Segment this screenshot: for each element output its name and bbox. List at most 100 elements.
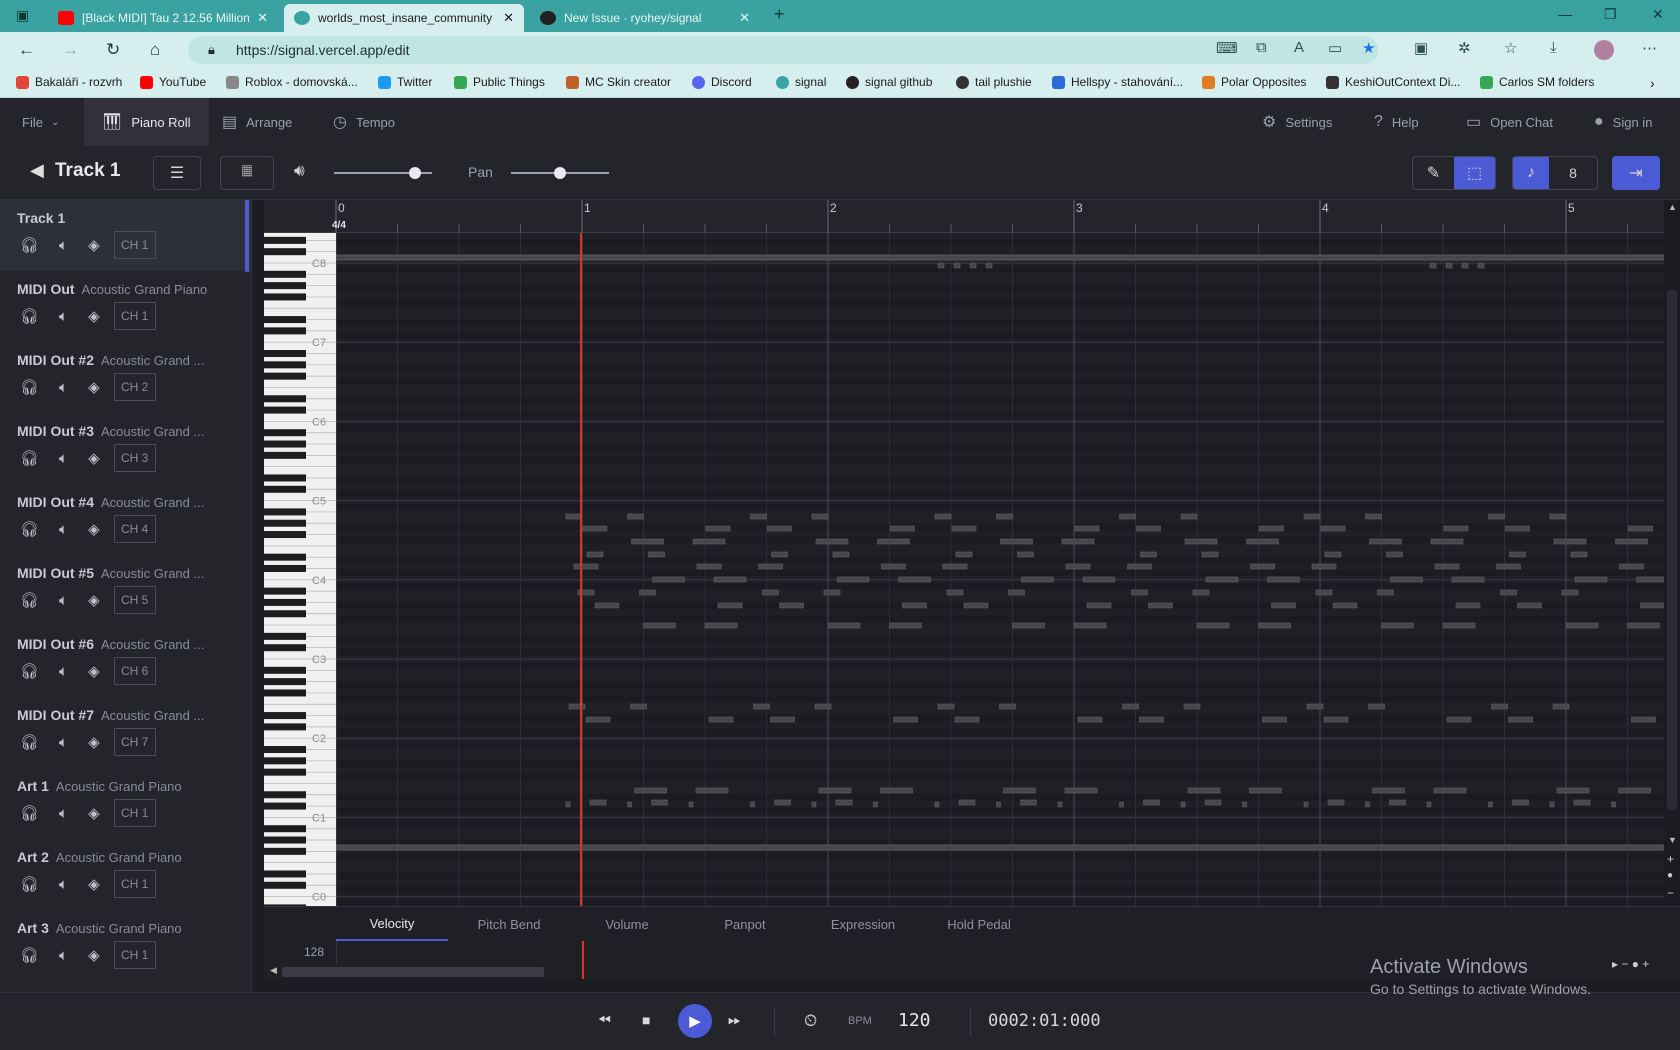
track-item[interactable]: Art 2 Acoustic Grand Piano 🎧︎ 🔈︎ ◈ CH 1: [0, 839, 251, 910]
selection-tool[interactable]: ⬚: [1454, 157, 1495, 189]
tab-expression[interactable]: Expression: [808, 907, 918, 941]
play-button[interactable]: ▶: [678, 1004, 712, 1038]
favorite-star-icon[interactable]: ★: [1362, 39, 1375, 57]
scroll-left-icon[interactable]: ◀: [270, 965, 277, 976]
back-arrow-icon[interactable]: ◀: [30, 160, 44, 181]
new-tab-icon[interactable]: +: [774, 4, 785, 25]
headphones-icon[interactable]: 🎧︎: [20, 946, 39, 964]
layers-icon[interactable]: ◈: [88, 662, 100, 680]
h-zoom-controls[interactable]: ▸ − ● +: [1612, 957, 1649, 971]
open-app-icon[interactable]: ⧉: [1256, 39, 1267, 56]
tab-arrange[interactable]: ▤ Arrange: [222, 98, 292, 146]
headphones-icon[interactable]: 🎧︎: [20, 662, 39, 680]
layers-icon[interactable]: ◈: [88, 591, 100, 609]
headphones-icon[interactable]: 🎧︎: [20, 378, 39, 396]
track-item[interactable]: MIDI Out #2 Acoustic Grand ... 🎧︎ 🔈︎ ◈ CH 2: [0, 342, 251, 413]
h-scroll-thumb[interactable]: [282, 967, 544, 977]
channel-box[interactable]: CH 7: [113, 728, 156, 756]
track-item[interactable]: MIDI Out #5 Acoustic Grand ... 🎧︎ 🔈︎ ◈ CH 5: [0, 555, 251, 626]
forward-icon[interactable]: →: [62, 40, 79, 60]
zoom-in-icon[interactable]: +: [1667, 852, 1674, 866]
reload-icon[interactable]: ↻: [106, 40, 120, 60]
speaker-icon[interactable]: 🔈︎: [59, 308, 68, 325]
headphones-icon[interactable]: 🎧︎: [20, 236, 39, 254]
tab-actions-icon[interactable]: ▣: [16, 7, 29, 24]
track-item[interactable]: Art 3 Acoustic Grand Piano 🎧︎ 🔈︎ ◈ CH 1: [0, 910, 251, 981]
track-item[interactable]: MIDI Out #3 Acoustic Grand ... 🎧︎ 🔈︎ ◈ CH 3: [0, 413, 251, 484]
file-menu[interactable]: File ⌄: [22, 98, 59, 146]
split-screen-icon[interactable]: ▣: [1414, 39, 1428, 57]
layers-icon[interactable]: ◈: [88, 733, 100, 751]
bookmark-discord[interactable]: Discord: [692, 75, 752, 89]
bookmark-roblox[interactable]: Roblox - domovská...: [226, 75, 358, 89]
track-item[interactable]: MIDI Out #7 Acoustic Grand ... 🎧︎ 🔈︎ ◈ CH 7: [0, 697, 251, 768]
bookmark-keshi[interactable]: KeshiOutContext Di...: [1326, 75, 1460, 89]
bookmark-mc-skin[interactable]: MC Skin creator: [566, 75, 671, 89]
piano-keyboard[interactable]: C8 C7 C6 C5 C4 C3 C2 C1 C0: [264, 202, 336, 906]
headphones-icon[interactable]: 🎧︎: [20, 449, 39, 467]
speaker-icon[interactable]: 🔈︎: [59, 947, 68, 964]
headphones-icon[interactable]: 🎧︎: [20, 804, 39, 822]
headphones-icon[interactable]: 🎧︎: [20, 591, 39, 609]
scroll-thumb[interactable]: [1667, 290, 1677, 810]
bookmark-hellspy[interactable]: Hellspy - stahování...: [1052, 75, 1183, 89]
track-list-button[interactable]: ☰: [153, 156, 201, 190]
channel-box[interactable]: CH 6: [113, 657, 156, 685]
zoom-out-icon[interactable]: −: [1667, 886, 1674, 900]
bookmark-polar-opposites[interactable]: Polar Opposites: [1202, 75, 1306, 89]
channel-box[interactable]: CH 5: [113, 586, 156, 614]
tab-pitch-bend[interactable]: Pitch Bend: [454, 907, 564, 941]
channel-box[interactable]: CH 1: [113, 231, 156, 259]
rewind-icon[interactable]: ⏪︎: [598, 1012, 611, 1030]
note-grid[interactable]: [335, 233, 1669, 906]
timeline-ruler[interactable]: 0 1 2 3 4 5 4/4: [264, 200, 1680, 233]
channel-box[interactable]: CH 1: [113, 941, 156, 969]
headphones-icon[interactable]: 🎧︎: [20, 733, 39, 751]
channel-box[interactable]: CH 1: [113, 870, 156, 898]
pan-knob[interactable]: [554, 167, 566, 179]
speaker-icon[interactable]: 🔈︎: [59, 379, 68, 396]
layers-icon[interactable]: ◈: [88, 449, 100, 467]
speaker-icon[interactable]: 🔈︎: [59, 805, 68, 822]
track-item[interactable]: MIDI Out #4 Acoustic Grand ... 🎧︎ 🔈︎ ◈ CH 4: [0, 484, 251, 555]
quantize-selector[interactable]: ♪ 8: [1512, 156, 1598, 190]
horizontal-scrollbar[interactable]: ◀: [264, 965, 554, 979]
speaker-icon[interactable]: 🔈︎: [59, 734, 68, 751]
help-button[interactable]: ? Help: [1374, 98, 1419, 146]
channel-box[interactable]: CH 2: [113, 373, 156, 401]
tab-hold-pedal[interactable]: Hold Pedal: [924, 907, 1034, 941]
favorites-icon[interactable]: ☆: [1504, 39, 1517, 57]
fast-forward-icon[interactable]: ⏩︎: [728, 1012, 741, 1030]
close-icon[interactable]: ✕: [739, 10, 750, 26]
zoom-reset-icon[interactable]: ●: [1667, 870, 1673, 881]
home-icon[interactable]: ⌂: [150, 40, 160, 60]
vertical-scrollbar[interactable]: ▲ ▼ + ● −: [1664, 200, 1680, 906]
layers-icon[interactable]: ◈: [88, 307, 100, 325]
more-menu-icon[interactable]: ⋯: [1642, 39, 1657, 57]
browser-tab-1[interactable]: [Black MIDI] Tau 2 12.56 Million ✕: [48, 4, 278, 32]
pan-slider[interactable]: [511, 167, 609, 179]
browser-tab-3[interactable]: New Issue · ryohey/signal ✕: [530, 4, 760, 32]
bpm-value[interactable]: 120: [898, 1010, 931, 1031]
channel-box[interactable]: CH 4: [113, 515, 156, 543]
speaker-icon[interactable]: 🔈︎: [59, 663, 68, 680]
layers-icon[interactable]: ◈: [88, 946, 100, 964]
tab-piano-roll[interactable]: 🎹︎ Piano Roll: [84, 98, 209, 146]
speaker-icon[interactable]: 🔈︎: [59, 876, 68, 893]
sign-in-button[interactable]: ● Sign in: [1594, 98, 1652, 146]
bookmark-twitter[interactable]: Twitter: [378, 75, 432, 89]
speaker-icon[interactable]: 🔈︎: [59, 237, 68, 254]
tab-velocity[interactable]: Velocity: [336, 907, 448, 941]
minimize-icon[interactable]: —: [1558, 6, 1572, 22]
window-close-icon[interactable]: ✕: [1652, 6, 1664, 23]
pencil-tool[interactable]: ✎: [1413, 157, 1454, 189]
instrument-button[interactable]: 𝄜: [220, 156, 274, 190]
settings-button[interactable]: ⚙ Settings: [1262, 98, 1332, 146]
metronome-icon[interactable]: ⏲︎: [804, 1011, 817, 1031]
track-item[interactable]: MIDI Out #6 Acoustic Grand ... 🎧︎ 🔈︎ ◈ CH 6: [0, 626, 251, 697]
back-icon[interactable]: ←: [18, 40, 35, 60]
headphones-icon[interactable]: 🎧︎: [20, 875, 39, 893]
bookmark-carlos[interactable]: Carlos SM folders: [1480, 75, 1594, 89]
bookmark-bakalari[interactable]: Bakaláři - rozvrh: [16, 75, 122, 89]
headphones-icon[interactable]: 🎧︎: [20, 520, 39, 538]
